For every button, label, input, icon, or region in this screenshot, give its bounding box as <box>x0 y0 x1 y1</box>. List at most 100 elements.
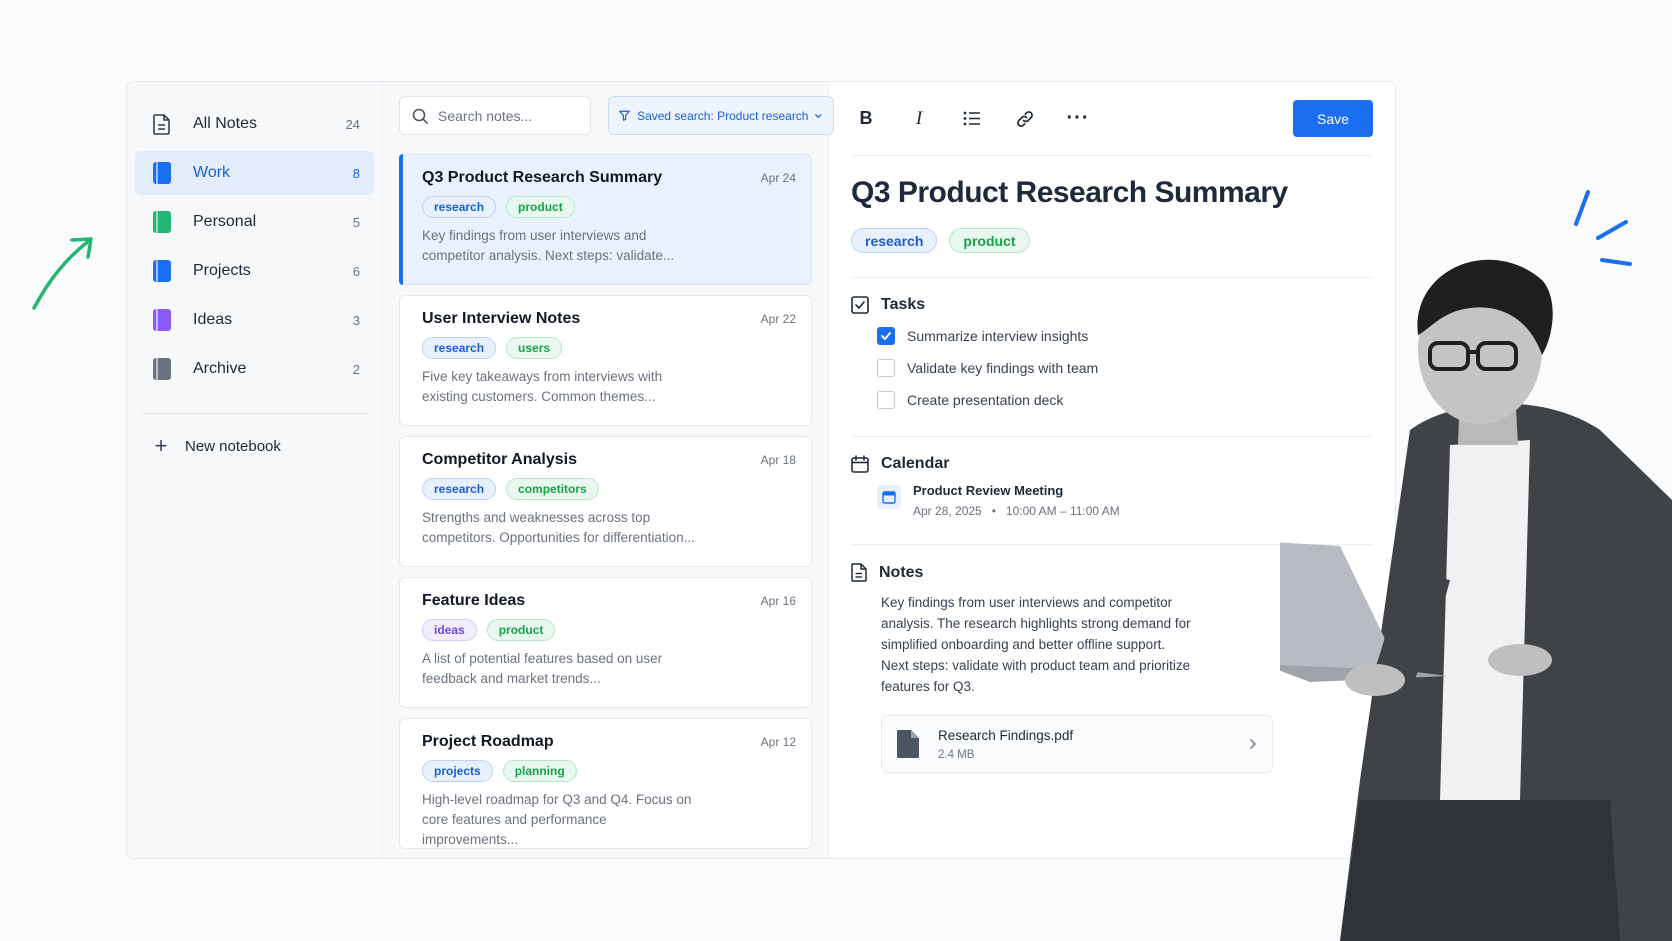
note-date: Apr 16 <box>760 594 796 608</box>
note-date: Apr 12 <box>760 735 796 749</box>
event-date: Apr 28, 2025 <box>913 504 982 518</box>
task-checkbox[interactable] <box>877 327 895 345</box>
sidebar-item-label: Ideas <box>193 311 233 328</box>
note-count: 24 <box>345 116 360 132</box>
notes-heading: Notes <box>879 563 924 581</box>
tag-badge[interactable]: research <box>422 196 497 218</box>
tag-badge[interactable]: research <box>851 228 938 253</box>
editor-toolbar: B I ··· Save <box>851 82 1373 156</box>
attachment-name: Research Findings.pdf <box>938 727 1074 743</box>
chevron-right-icon <box>1250 739 1256 749</box>
event-separator: • <box>991 504 996 518</box>
file-attachment[interactable]: Research Findings.pdf 2.4 MB <box>881 715 1273 773</box>
tag-badge[interactable]: product <box>506 196 575 218</box>
tag-badge[interactable]: research <box>422 337 497 359</box>
checkbox-square-icon <box>851 296 869 314</box>
tag-badge[interactable]: projects <box>422 760 493 782</box>
sidebar-item-all-notes[interactable]: All Notes 24 <box>135 102 374 146</box>
notebook-icon <box>151 162 173 184</box>
task-label: Create presentation deck <box>907 392 1064 408</box>
notebook-icon <box>151 211 173 233</box>
sidebar-item-label: Projects <box>193 262 251 279</box>
task-checkbox[interactable] <box>877 359 895 377</box>
filter-icon <box>619 110 630 121</box>
sidebar-item-label: All Notes <box>193 115 258 132</box>
tasks-heading: Tasks <box>881 296 926 313</box>
note-count: 3 <box>352 312 360 328</box>
note-card[interactable]: User Interview Notes Apr 22 research use… <box>399 295 812 426</box>
italic-button[interactable]: I <box>904 104 934 134</box>
task-label: Summarize interview insights <box>907 328 1089 344</box>
plus-icon: + <box>154 433 168 458</box>
sidebar: All Notes 24 Work 8 Personal 5 Projects … <box>127 82 383 858</box>
saved-search-label: Saved search: Product research <box>637 108 809 123</box>
note-count: 6 <box>352 263 360 279</box>
note-date: Apr 24 <box>760 171 796 185</box>
note-count: 8 <box>352 165 360 181</box>
task-checkbox[interactable] <box>877 391 895 409</box>
tag-badge[interactable]: competitors <box>506 478 599 500</box>
saved-search-dropdown[interactable]: Saved search: Product research <box>608 96 834 135</box>
calendar-event-icon <box>877 485 901 509</box>
tag-badge[interactable]: ideas <box>422 619 477 641</box>
event-title: Product Review Meeting <box>913 483 1064 498</box>
note-date: Apr 18 <box>760 453 796 467</box>
notebook-icon <box>151 309 173 331</box>
note-title: Q3 Product Research Summary <box>422 169 663 186</box>
note-card[interactable]: Competitor Analysis Apr 18 research comp… <box>399 436 812 567</box>
save-button[interactable]: Save <box>1293 100 1373 137</box>
task-label: Validate key findings with team <box>907 360 1099 376</box>
search-icon <box>412 108 428 124</box>
note-snippet: Five key takeaways from interviews with … <box>422 369 663 404</box>
note-title-heading[interactable]: Q3 Product Research Summary <box>851 176 1373 210</box>
note-title: Project Roadmap <box>422 733 554 750</box>
check-icon <box>881 332 891 340</box>
note-date: Apr 22 <box>760 312 796 326</box>
new-notebook-button[interactable]: + New notebook <box>135 426 374 466</box>
bullet-list-button[interactable] <box>957 104 987 134</box>
note-card[interactable]: Q3 Product Research Summary Apr 24 resea… <box>399 154 812 285</box>
tag-badge[interactable]: users <box>506 337 563 359</box>
notebook-icon <box>151 358 173 380</box>
tag-badge[interactable]: planning <box>502 760 577 782</box>
more-options-button[interactable]: ··· <box>1063 104 1093 134</box>
sidebar-item-work[interactable]: Work 8 <box>135 151 374 195</box>
link-button[interactable] <box>1010 104 1040 134</box>
calendar-icon <box>851 455 869 473</box>
document-icon <box>851 563 867 582</box>
sidebar-item-label: Archive <box>193 360 247 377</box>
tag-badge[interactable]: product <box>486 619 556 641</box>
sidebar-item-label: Personal <box>193 213 257 230</box>
attachment-size: 2.4 MB <box>938 748 975 761</box>
sidebar-divider <box>141 413 368 414</box>
tag-badge[interactable]: research <box>422 478 497 500</box>
tag-badge[interactable]: product <box>949 228 1030 253</box>
note-snippet: A list of potential features based on us… <box>422 651 663 686</box>
chevron-down-icon <box>815 113 822 118</box>
note-snippet: Strengths and weaknesses across top comp… <box>422 510 695 545</box>
note-list-panel: Saved search: Product research Q3 Produc… <box>383 82 834 858</box>
sidebar-item-projects[interactable]: Projects 6 <box>135 249 374 293</box>
note-title: Competitor Analysis <box>422 451 577 468</box>
search-input[interactable] <box>438 107 578 124</box>
note-card[interactable]: Feature Ideas Apr 16 ideas product A lis… <box>399 577 812 708</box>
note-title: User Interview Notes <box>422 310 581 327</box>
notes-body[interactable]: Key findings from user interviews and co… <box>881 592 1191 697</box>
calendar-heading: Calendar <box>881 455 950 472</box>
document-icon <box>151 113 173 135</box>
file-icon <box>897 730 919 758</box>
note-count: 5 <box>352 214 360 230</box>
sidebar-item-personal[interactable]: Personal 5 <box>135 200 374 244</box>
search-box[interactable] <box>399 96 591 135</box>
note-card[interactable]: Project Roadmap Apr 12 projects planning… <box>399 718 812 849</box>
event-time: 10:00 AM – 11:00 AM <box>1005 504 1120 518</box>
notes-app-window: All Notes 24 Work 8 Personal 5 Projects … <box>126 81 1396 859</box>
bold-button[interactable]: B <box>851 104 881 134</box>
sidebar-item-archive[interactable]: Archive 2 <box>135 347 374 391</box>
note-snippet: High-level roadmap for Q3 and Q4. Focus … <box>422 792 692 847</box>
notebook-icon <box>151 260 173 282</box>
decorative-arrow-icon <box>32 237 93 310</box>
new-notebook-label: New notebook <box>185 437 281 455</box>
sidebar-item-ideas[interactable]: Ideas 3 <box>135 298 374 342</box>
note-snippet: Key findings from user interviews and co… <box>422 228 675 263</box>
